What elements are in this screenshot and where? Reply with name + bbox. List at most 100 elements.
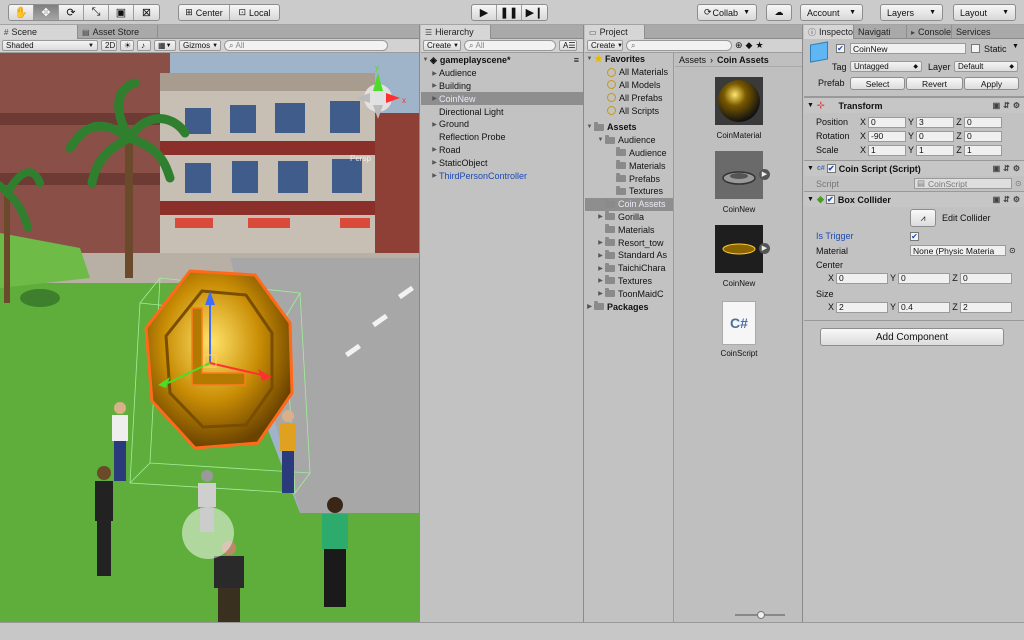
project-search-input[interactable]: ⌕	[626, 40, 732, 51]
project-folder-item[interactable]: Audience	[585, 147, 673, 160]
transform-x-field[interactable]: -90	[868, 130, 906, 142]
tag-dropdown[interactable]: Untagged ◆	[850, 61, 922, 72]
size-x-field[interactable]: 2	[836, 301, 888, 313]
tab-asset-store[interactable]: ▤ Asset Store	[78, 25, 158, 39]
play-icon[interactable]: ▶	[472, 5, 497, 20]
favorite-item[interactable]: All Prefabs	[585, 91, 673, 104]
project-folder-item[interactable]: Materials	[585, 159, 673, 172]
transform-z-field[interactable]: 0	[964, 130, 1002, 142]
packages-row[interactable]: ▶ Packages	[585, 300, 673, 313]
expand-arrow-icon[interactable]: ▶	[430, 121, 439, 128]
asset-coin-script[interactable]: C# CoinScript	[699, 301, 779, 358]
tab-console[interactable]: ▸ Console	[907, 25, 952, 39]
layer-dropdown[interactable]: Default ◆	[954, 61, 1018, 72]
project-folder-item[interactable]: Materials	[585, 223, 673, 236]
transform-z-field[interactable]: 0	[964, 116, 1002, 128]
thumbnail-size-slider[interactable]	[735, 611, 785, 619]
tab-services[interactable]: Services	[952, 25, 1024, 39]
is-trigger-checkbox[interactable]: ✔	[910, 231, 919, 241]
favorites-row[interactable]: ▼ ★ Favorites	[585, 53, 673, 66]
expand-arrow-icon[interactable]: ▼	[596, 137, 605, 143]
project-folder-item[interactable]: ▼ Audience	[585, 134, 673, 147]
collapse-arrow-icon[interactable]: ▼	[807, 102, 814, 109]
prefab-apply-button[interactable]: Apply	[964, 77, 1019, 90]
hierarchy-item[interactable]: ▶ CoinNew	[421, 92, 583, 106]
transform-row-label[interactable]: Rotation	[804, 131, 858, 141]
account-dropdown[interactable]: Account ▼	[800, 4, 863, 21]
expand-prefab-icon[interactable]: ▶	[759, 169, 770, 180]
axis-z-label[interactable]: Z	[954, 131, 964, 141]
expand-arrow-icon[interactable]: ▶	[596, 213, 605, 220]
axis-x-label[interactable]: X	[858, 117, 868, 127]
expand-arrow-icon[interactable]: ▶	[596, 277, 605, 284]
tab-navigation[interactable]: Navigati	[854, 25, 907, 39]
breadcrumb-item[interactable]: Assets	[679, 55, 706, 65]
coin-script-header[interactable]: ▼ c# ✔ Coin Script (Script) ▣ ⇵ ⚙	[804, 160, 1024, 176]
preset-icon[interactable]: ⇵	[1003, 195, 1010, 204]
sort-button[interactable]: A☰	[559, 40, 577, 51]
hand-icon[interactable]: ✋	[9, 5, 34, 20]
project-folder-item[interactable]: Prefabs	[585, 172, 673, 185]
hierarchy-item[interactable]: ▶ Building	[421, 80, 583, 93]
project-folder-item[interactable]: Coin Assets	[585, 197, 673, 211]
pause-icon[interactable]: ❚❚	[497, 5, 522, 20]
transform-y-field[interactable]: 0	[916, 130, 954, 142]
expand-arrow-icon[interactable]: ▶	[596, 252, 605, 259]
axis-z-label[interactable]: Z	[954, 117, 964, 127]
effects-dropdown[interactable]: ▦ ▼	[154, 40, 176, 51]
help-icon[interactable]: ▣	[993, 101, 1001, 110]
center-z-field[interactable]: 0	[960, 272, 1012, 284]
expand-arrow-icon[interactable]: ▼	[585, 124, 594, 130]
expand-prefab-icon[interactable]: ▶	[759, 243, 770, 254]
axis-y-label[interactable]: Y	[906, 145, 916, 155]
expand-arrow-icon[interactable]: ▶	[430, 95, 439, 102]
scene-search-input[interactable]: ⌕ All	[224, 40, 388, 51]
transform-icon[interactable]: ⊠	[134, 5, 159, 20]
box-collider-header[interactable]: ▼ ◆ ✔ Box Collider ▣ ⇵ ⚙	[804, 191, 1024, 207]
component-enabled-checkbox[interactable]: ✔	[826, 164, 836, 173]
rect-icon[interactable]: ▣	[109, 5, 134, 20]
expand-arrow-icon[interactable]: ▶	[430, 146, 439, 153]
scene-viewport[interactable]: y x Persp	[0, 53, 419, 622]
expand-arrow-icon[interactable]: ▼	[421, 57, 430, 63]
transform-row-label[interactable]: Position	[804, 117, 858, 127]
favorite-item[interactable]: All Models	[585, 79, 673, 92]
gizmos-dropdown[interactable]: Gizmos ▼	[179, 40, 221, 51]
move-icon[interactable]: ✥	[34, 5, 59, 20]
center-x-field[interactable]: 0	[836, 272, 888, 284]
lighting-toggle[interactable]: ☀	[120, 40, 134, 51]
object-name-field[interactable]: CoinNew	[850, 43, 966, 54]
add-component-button[interactable]: Add Component	[820, 328, 1004, 346]
project-folder-item[interactable]: ▶ ToonMaidC	[585, 287, 673, 300]
axis-z-label[interactable]: Z	[954, 145, 964, 155]
tab-scene[interactable]: # Scene	[0, 25, 78, 39]
pivot-center-button[interactable]: ⊞ Center	[179, 5, 230, 20]
collapse-arrow-icon[interactable]: ▼	[807, 165, 814, 172]
transform-x-field[interactable]: 1	[868, 144, 906, 156]
project-folder-item[interactable]: ▶ Gorilla	[585, 211, 673, 224]
hierarchy-search-input[interactable]: ⌕ All	[464, 40, 556, 51]
collapse-arrow-icon[interactable]: ▼	[807, 196, 814, 203]
component-enabled-checkbox[interactable]: ✔	[825, 195, 835, 204]
expand-arrow-icon[interactable]: ▶	[596, 239, 605, 246]
project-folder-item[interactable]: Textures	[585, 185, 673, 198]
preset-icon[interactable]: ⇵	[1003, 101, 1010, 110]
mode-2d-toggle[interactable]: 2D	[101, 40, 117, 51]
favorite-star-icon[interactable]: ★	[755, 40, 763, 51]
project-create-dropdown[interactable]: Create ▼	[587, 40, 623, 51]
gear-icon[interactable]: ⚙	[1013, 195, 1020, 204]
hierarchy-create-dropdown[interactable]: Create ▼	[423, 40, 461, 51]
transform-row-label[interactable]: Scale	[804, 145, 858, 155]
asset-coin-new-prefab[interactable]: ▶ CoinNew	[699, 225, 779, 288]
center-y-field[interactable]: 0	[898, 272, 950, 284]
tab-project[interactable]: ▭ Project	[585, 25, 645, 39]
step-icon[interactable]: ▶❙	[522, 5, 547, 20]
project-folder-item[interactable]: ▶ TaichiChara	[585, 262, 673, 275]
filter-type-icon[interactable]: ⊕	[735, 40, 743, 51]
expand-arrow-icon[interactable]: ▶	[585, 303, 594, 310]
hierarchy-item[interactable]: ▶ ThirdPersonController	[421, 169, 583, 182]
filter-label-icon[interactable]: ◆	[746, 40, 753, 51]
persp-label[interactable]: Persp	[350, 154, 371, 163]
project-folder-item[interactable]: ▶ Textures	[585, 275, 673, 288]
transform-y-field[interactable]: 1	[916, 144, 954, 156]
